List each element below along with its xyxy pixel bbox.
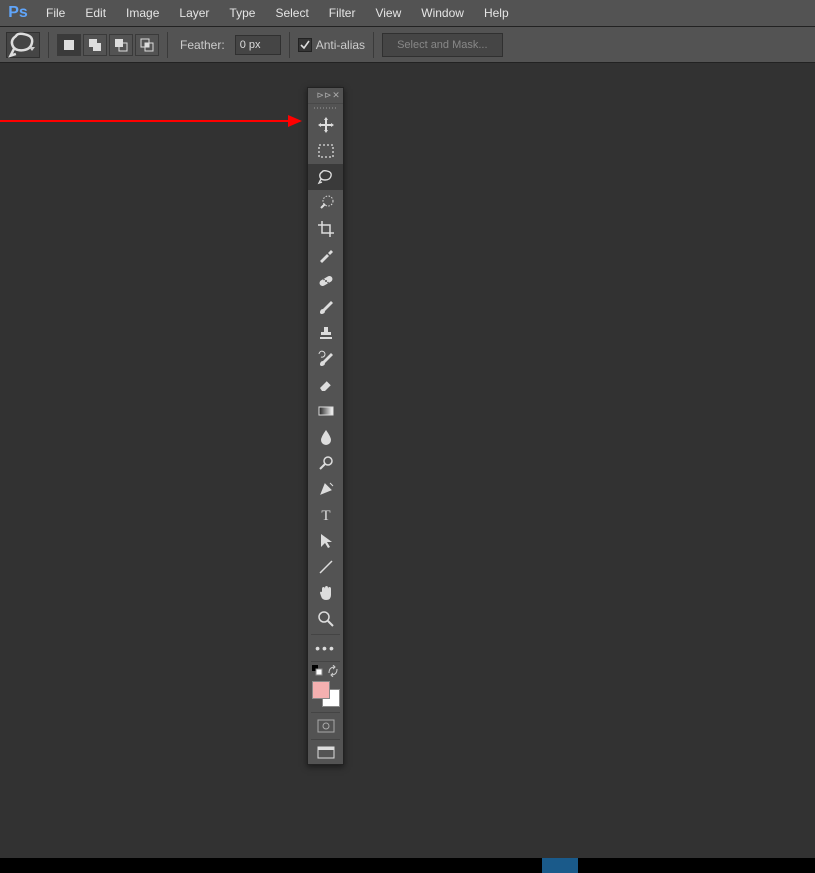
history-brush-tool[interactable]: [308, 346, 343, 372]
menu-type[interactable]: Type: [219, 0, 265, 27]
gradient-icon: [317, 402, 335, 420]
zoom-icon: [317, 610, 335, 628]
feather-label: Feather:: [176, 38, 229, 52]
svg-text:T: T: [321, 508, 330, 524]
eraser-tool[interactable]: [308, 372, 343, 398]
select-and-mask-button[interactable]: Select and Mask...: [382, 33, 503, 57]
lasso-icon: [7, 29, 39, 61]
marquee-icon: [317, 142, 335, 160]
lasso-icon: [317, 168, 335, 186]
brush-icon: [317, 298, 335, 316]
swatch-controls: [308, 664, 343, 678]
hand-icon: [317, 584, 335, 602]
menu-edit[interactable]: Edit: [75, 0, 116, 27]
quickmask-icon: [317, 717, 335, 735]
menu-select[interactable]: Select: [265, 0, 318, 27]
rectangular-marquee-tool[interactable]: [308, 138, 343, 164]
collapse-icon[interactable]: ⊳⊳: [320, 92, 328, 100]
close-icon[interactable]: ✕: [332, 92, 340, 100]
droplet-icon: [317, 428, 335, 446]
annotation-arrow: [0, 120, 300, 122]
workspace-area: [0, 63, 815, 858]
blur-tool[interactable]: [308, 424, 343, 450]
move-icon: [317, 116, 335, 134]
screen-mode-button[interactable]: [308, 742, 343, 764]
selection-new-icon[interactable]: [57, 34, 81, 56]
history-brush-icon: [317, 350, 335, 368]
move-tool[interactable]: [308, 112, 343, 138]
pen-tool[interactable]: [308, 476, 343, 502]
separator: [311, 739, 340, 740]
type-icon: T: [317, 506, 335, 524]
eraser-icon: [317, 376, 335, 394]
crop-icon: [317, 220, 335, 238]
edit-toolbar-button[interactable]: •••: [308, 637, 343, 659]
hand-tool[interactable]: [308, 580, 343, 606]
active-taskbar-item[interactable]: [542, 858, 578, 873]
foreground-color-swatch[interactable]: [312, 681, 330, 699]
checkbox-icon: [298, 38, 312, 52]
menu-image[interactable]: Image: [116, 0, 169, 27]
gradient-tool[interactable]: [308, 398, 343, 424]
menu-bar: Ps File Edit Image Layer Type Select Fil…: [0, 0, 815, 27]
divider: [289, 32, 290, 58]
screen-mode-icon: [317, 744, 335, 762]
type-tool[interactable]: T: [308, 502, 343, 528]
eyedropper-icon: [317, 246, 335, 264]
quick-selection-tool[interactable]: [308, 190, 343, 216]
panel-grip[interactable]: [308, 104, 343, 112]
pen-icon: [317, 480, 335, 498]
lasso-tool[interactable]: [308, 164, 343, 190]
divider: [373, 32, 374, 58]
swap-colors-icon[interactable]: [327, 665, 339, 677]
path-selection-tool[interactable]: [308, 528, 343, 554]
menu-filter[interactable]: Filter: [319, 0, 366, 27]
brush-tool[interactable]: [308, 294, 343, 320]
menu-window[interactable]: Window: [411, 0, 474, 27]
options-bar: Feather: Anti-alias Select and Mask...: [0, 27, 815, 63]
line-icon: [317, 558, 335, 576]
divider: [167, 32, 168, 58]
selection-subtract-icon[interactable]: [109, 34, 133, 56]
menu-help[interactable]: Help: [474, 0, 519, 27]
panel-header: ⊳⊳ ✕: [308, 88, 343, 104]
selection-mode-group: [57, 34, 159, 56]
eyedropper-tool[interactable]: [308, 242, 343, 268]
quick-mask-mode-button[interactable]: [308, 715, 343, 737]
antialias-label: Anti-alias: [316, 38, 365, 52]
selection-intersect-icon[interactable]: [135, 34, 159, 56]
color-swatches[interactable]: [311, 680, 341, 708]
bandaid-icon: [317, 272, 335, 290]
menu-view[interactable]: View: [365, 0, 411, 27]
stamp-icon: [317, 324, 335, 342]
app-logo: Ps: [0, 4, 36, 22]
separator: [311, 712, 340, 713]
clone-stamp-tool[interactable]: [308, 320, 343, 346]
feather-input[interactable]: [235, 35, 281, 55]
divider: [48, 32, 49, 58]
dodge-icon: [317, 454, 335, 472]
antialias-option[interactable]: Anti-alias: [298, 38, 365, 52]
separator: [311, 661, 340, 662]
wand-icon: [317, 194, 335, 212]
current-tool-preset[interactable]: [6, 32, 40, 58]
dodge-tool[interactable]: [308, 450, 343, 476]
separator: [311, 634, 340, 635]
spot-healing-brush-tool[interactable]: [308, 268, 343, 294]
windows-taskbar: [0, 858, 815, 873]
line-tool[interactable]: [308, 554, 343, 580]
tools-panel[interactable]: ⊳⊳ ✕ T: [307, 87, 344, 765]
crop-tool[interactable]: [308, 216, 343, 242]
menu-layer[interactable]: Layer: [169, 0, 219, 27]
zoom-tool[interactable]: [308, 606, 343, 632]
pointer-icon: [317, 532, 335, 550]
selection-add-icon[interactable]: [83, 34, 107, 56]
menu-file[interactable]: File: [36, 0, 75, 27]
default-colors-icon[interactable]: [312, 665, 324, 677]
check-icon: [300, 40, 310, 50]
